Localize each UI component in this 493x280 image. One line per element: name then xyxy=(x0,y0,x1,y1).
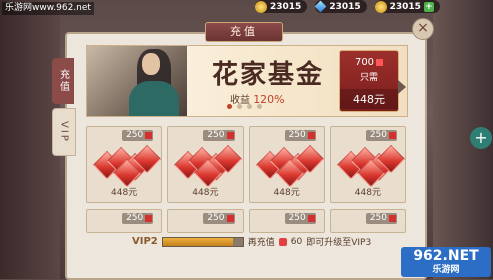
ruby-icon xyxy=(145,132,153,139)
fund-buy-button[interactable]: 700 只需 448元 xyxy=(339,50,399,112)
coin-icon xyxy=(255,0,267,13)
currency-bar: 23015 23015 23015 + xyxy=(255,0,440,14)
gem-icon xyxy=(314,0,327,13)
fund-banner[interactable]: 花家基金 收益 120% 700 只需 448元 xyxy=(86,45,408,117)
pack-grid: 250 448元 250 448元 250 448元 250 448元 250 … xyxy=(86,126,406,233)
next-arrow-icon[interactable] xyxy=(398,80,406,94)
vip-level: VIP2 xyxy=(132,236,158,247)
coin-icon xyxy=(374,0,387,13)
ruby-icon xyxy=(307,215,315,222)
panel-title: 充值 xyxy=(205,22,283,42)
pack-price: 448元 xyxy=(192,188,219,198)
recharge-icon xyxy=(376,58,384,66)
carousel-dots[interactable] xyxy=(227,104,262,109)
add-currency-icon[interactable]: + xyxy=(423,1,434,12)
pack-card[interactable]: 250 xyxy=(329,209,406,233)
currency-coin-2[interactable]: 23015 + xyxy=(374,0,440,13)
watermark-bottom: 962.NET 乐游网 xyxy=(401,247,491,277)
scene-background-left xyxy=(0,0,60,279)
pack-card[interactable]: 250 448元 xyxy=(329,126,406,203)
side-tabs: 充值 VIP xyxy=(52,58,76,160)
banner-title: 花家基金 xyxy=(212,60,325,90)
ruby-pile-icon xyxy=(92,144,162,188)
tab-recharge[interactable]: 充值 xyxy=(52,58,74,104)
close-button[interactable]: × xyxy=(412,18,434,40)
ruby-icon xyxy=(145,215,153,222)
currency-value: 23015 xyxy=(270,1,302,12)
pack-card[interactable]: 250 xyxy=(86,209,163,233)
ruby-icon xyxy=(307,132,315,139)
currency-coin: 23015 xyxy=(255,0,308,13)
ruby-icon xyxy=(278,237,287,246)
ruby-pile-icon xyxy=(336,144,405,188)
pack-price: 448元 xyxy=(111,188,138,198)
hero-portrait xyxy=(87,46,187,116)
watermark-top: 乐游网www.962.net xyxy=(2,2,94,15)
currency-gem: 23015 xyxy=(314,0,367,13)
currency-value: 23015 xyxy=(329,1,361,12)
pack-price: 448元 xyxy=(354,188,381,198)
ruby-pile-icon xyxy=(255,144,324,188)
ruby-icon xyxy=(226,132,234,139)
pack-card[interactable]: 250 xyxy=(248,209,325,233)
pack-card[interactable]: 250 xyxy=(167,209,244,233)
pack-card[interactable]: 250 448元 xyxy=(167,126,244,203)
currency-value: 23015 xyxy=(389,1,421,12)
pack-card[interactable]: 250 448元 xyxy=(248,126,325,203)
pack-card[interactable]: 250 448元 xyxy=(86,126,163,203)
ruby-icon xyxy=(389,132,396,139)
tab-vip[interactable]: VIP xyxy=(52,108,76,156)
pack-price: 448元 xyxy=(273,188,300,198)
ruby-icon xyxy=(389,215,396,222)
expand-plus-button[interactable]: + xyxy=(470,127,492,149)
vip-progress-bar xyxy=(161,236,244,247)
vip-progress-row: VIP2 再充值 60 即可升级至VIP3 xyxy=(132,236,372,248)
ruby-pile-icon xyxy=(174,144,243,188)
ruby-icon xyxy=(226,215,234,222)
